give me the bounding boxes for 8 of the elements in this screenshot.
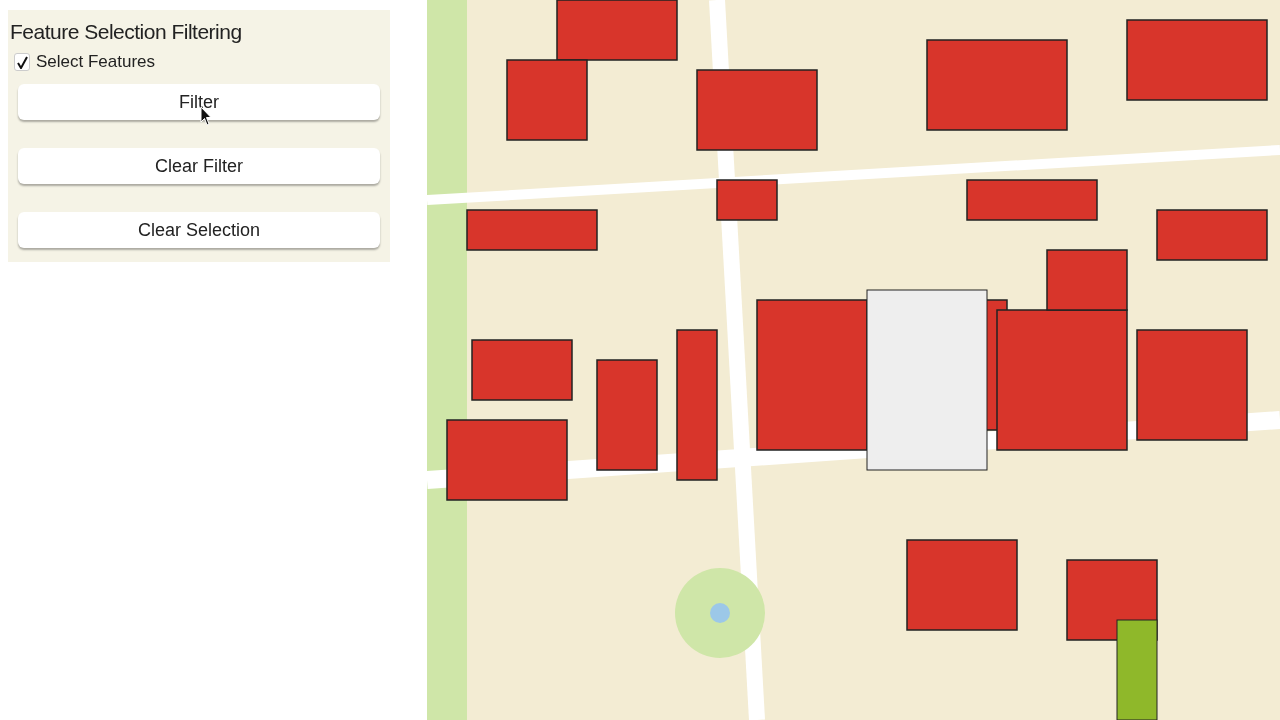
city-map-drawing[interactable] bbox=[427, 0, 1280, 720]
mouse-pointer-icon bbox=[200, 106, 212, 126]
action-button[interactable]: Clear Selection bbox=[18, 212, 380, 248]
checkbox-label: Select Features bbox=[36, 52, 156, 72]
check-icon bbox=[16, 55, 28, 69]
panel-title: Feature Selection Filtering bbox=[10, 20, 243, 44]
action-button[interactable]: Clear Filter bbox=[18, 148, 380, 184]
checkbox[interactable] bbox=[14, 53, 30, 71]
